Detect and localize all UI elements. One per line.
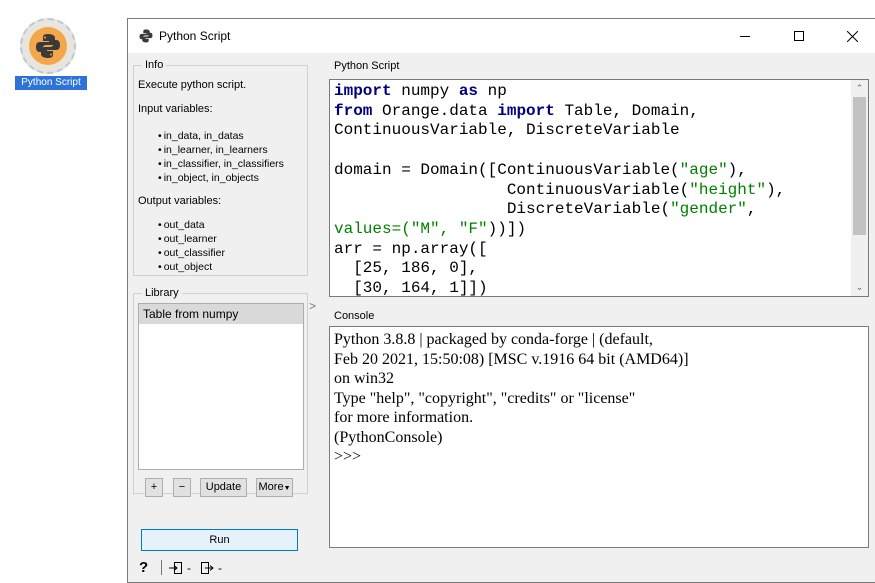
python-title-icon <box>139 29 153 43</box>
code-editor[interactable]: import numpy as np from Orange.data impor… <box>329 79 869 297</box>
code-line: ContinuousVariable, DiscreteVariable <box>334 121 680 140</box>
maximize-icon <box>794 31 804 41</box>
library-list[interactable]: Table from numpy <box>138 303 304 470</box>
input-summary-value: - <box>187 561 191 575</box>
output-variables-heading: Output variables: <box>138 195 222 207</box>
update-button[interactable]: Update <box>200 478 247 497</box>
close-icon <box>846 30 858 42</box>
code-line: domain = Domain([ContinuousVariable("age… <box>334 160 747 179</box>
console-line: (PythonConsole) <box>334 428 443 446</box>
editor-scrollbar[interactable]: ⌃ ⌄ <box>851 80 868 296</box>
list-item: out_data <box>158 218 225 232</box>
python-logo-icon <box>36 34 60 58</box>
console-line: on win32 <box>334 370 394 387</box>
minimize-icon <box>740 36 750 37</box>
info-description: Execute python script. <box>138 79 247 91</box>
input-variables-list: in_data, in_datas in_learner, in_learner… <box>158 129 284 185</box>
code-line: import numpy as np <box>334 82 507 100</box>
library-item-table-from-numpy[interactable]: Table from numpy <box>139 304 303 324</box>
list-item: in_learner, in_learners <box>158 143 284 157</box>
info-legend: Info <box>142 58 167 72</box>
library-group: Library Table from numpy + − Update More… <box>133 286 308 497</box>
run-button[interactable]: Run <box>141 529 298 551</box>
output-summary-value: - <box>218 561 222 575</box>
footer-divider <box>161 560 162 575</box>
scroll-up-icon[interactable]: ⌃ <box>851 80 868 97</box>
add-button[interactable]: + <box>145 478 163 497</box>
console-line: >>> <box>334 448 366 465</box>
minimize-button[interactable] <box>722 19 768 53</box>
code-line: arr = np.array([ <box>334 239 488 258</box>
code-line: ​ <box>334 141 850 161</box>
help-icon[interactable]: ? <box>139 559 148 576</box>
console-output: Python 3.8.8 | packaged by conda-forge |… <box>334 330 689 467</box>
list-item: in_data, in_datas <box>158 129 284 143</box>
code-text: import numpy as np from Orange.data impor… <box>334 82 850 297</box>
python-script-widget[interactable]: Python Script <box>12 18 88 90</box>
output-summary-icon <box>201 562 214 574</box>
widget-circle <box>20 18 76 74</box>
output-variables-list: out_data out_learner out_classifier out_… <box>158 218 225 274</box>
more-label: More <box>258 481 284 493</box>
console-line: for more information. <box>334 409 474 426</box>
code-line: DiscreteVariable("gender", <box>334 200 757 219</box>
more-button[interactable]: More▼ <box>256 478 293 497</box>
list-item: out_classifier <box>158 246 225 260</box>
console-line: Type "help", "copyright", "credits" or "… <box>334 389 636 407</box>
window-title: Python Script <box>159 29 231 43</box>
code-line: [25, 186, 0], <box>334 259 479 278</box>
scroll-down-icon[interactable]: ⌄ <box>851 279 868 296</box>
input-variables-heading: Input variables: <box>138 103 213 115</box>
input-summary-icon <box>169 562 182 574</box>
list-item: in_classifier, in_classifiers <box>158 157 284 171</box>
code-line: [30, 164, 1]]) <box>334 279 488 297</box>
list-item: out_learner <box>158 232 225 246</box>
console-line: Feb 20 2021, 15:50:08) [MSC v.1916 64 bi… <box>334 350 689 368</box>
remove-button[interactable]: − <box>173 478 191 497</box>
maximize-button[interactable] <box>776 19 822 53</box>
python-console[interactable]: Python 3.8.8 | packaged by conda-forge |… <box>329 326 869 548</box>
close-button[interactable] <box>829 19 875 53</box>
code-line: values=("M", "F"))]) <box>334 219 527 238</box>
list-item: out_object <box>158 260 225 274</box>
status-footer: ? - - <box>136 559 256 579</box>
title-bar: Python Script <box>128 19 875 53</box>
python-script-window: Python Script Info Execute python script… <box>127 18 875 583</box>
code-line: ContinuousVariable("height"), <box>334 180 786 199</box>
list-item: in_object, in_objects <box>158 171 284 185</box>
splitter-handle[interactable]: > <box>309 299 316 313</box>
scroll-thumb[interactable] <box>853 97 866 235</box>
console-line: Python 3.8.8 | packaged by conda-forge |… <box>334 331 653 348</box>
info-group: Info Execute python script. Input variab… <box>133 58 308 276</box>
code-line: from Orange.data import Table, Domain, <box>334 101 699 120</box>
library-legend: Library <box>142 286 182 300</box>
console-label: Console <box>334 310 375 322</box>
widget-label: Python Script <box>15 76 87 90</box>
dropdown-arrow-icon: ▼ <box>283 485 291 492</box>
